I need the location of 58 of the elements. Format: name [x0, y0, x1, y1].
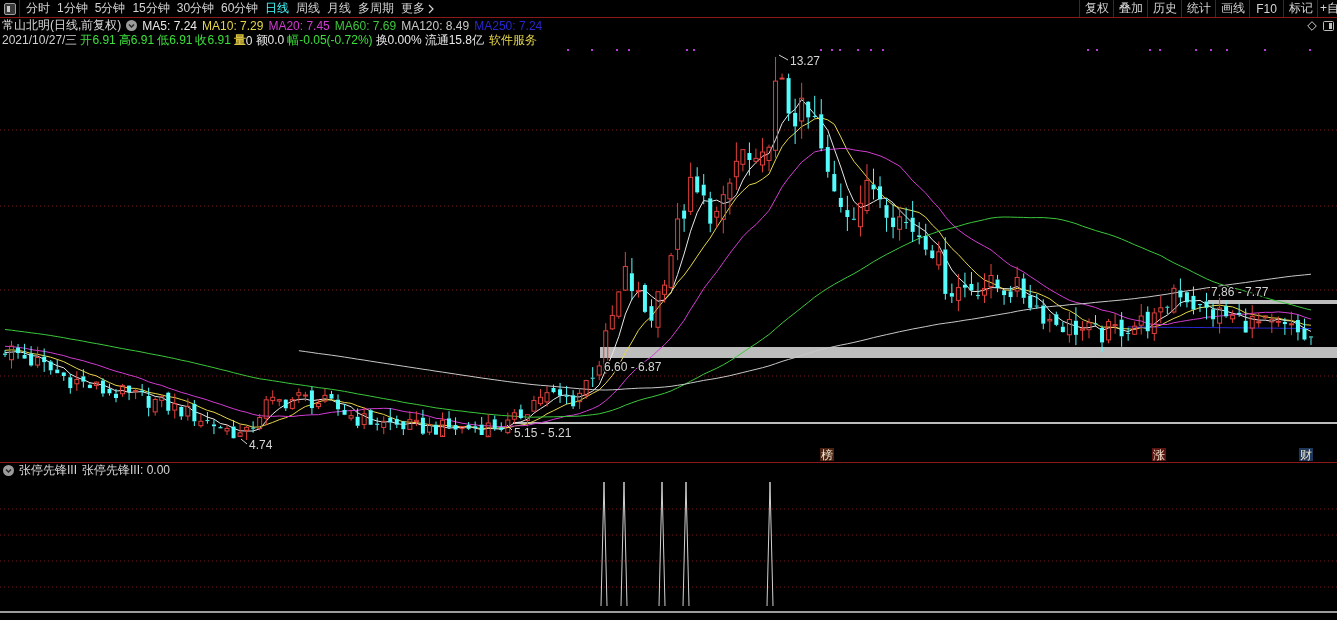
quote-field: 幅-0.05(-0.72%)	[287, 32, 373, 49]
tool-button[interactable]: +自	[1317, 0, 1337, 17]
chevron-icon	[428, 3, 435, 14]
indicator-reading: 张停先锋III: 0.00	[82, 462, 171, 479]
moving-average-value: MA5: 7.24	[142, 18, 198, 33]
period-tab[interactable]: 周线	[293, 0, 324, 17]
leader-line	[778, 54, 789, 61]
quote-date: 2021/10/27/三	[2, 32, 78, 49]
quote-field: 流通15.8亿	[424, 32, 484, 49]
diamond-icon	[1307, 20, 1317, 31]
event-tag[interactable]: 涨	[1152, 448, 1166, 462]
period-tab[interactable]: 5分钟	[91, 0, 129, 17]
tool-button[interactable]: 叠加	[1113, 0, 1147, 17]
event-tag[interactable]: 榜	[820, 448, 834, 462]
indicator-name: 张停先锋III	[19, 462, 77, 479]
tool-button[interactable]: 画线	[1215, 0, 1249, 17]
field-value: 0	[245, 33, 253, 48]
period-tab[interactable]: 多周期	[355, 0, 398, 17]
tool-button[interactable]: 历史	[1147, 0, 1181, 17]
period-tab[interactable]: 30分钟	[173, 0, 218, 17]
quote-field: 低6.91	[157, 32, 193, 49]
sidebar-button[interactable]	[1323, 20, 1334, 31]
dropdown-icon[interactable]	[126, 20, 138, 31]
leader-line	[240, 438, 248, 445]
period-tab[interactable]: 月线	[324, 0, 355, 17]
moving-average-value: MA20: 7.45	[268, 18, 330, 33]
diamond-button[interactable]	[1307, 20, 1317, 31]
quote-field: 换0.00%	[375, 32, 422, 49]
period-tab[interactable]: 分时	[23, 0, 53, 17]
tool-button[interactable]: 标记	[1283, 0, 1317, 17]
period-tab[interactable]: 更多	[398, 0, 438, 17]
moving-average-value: MA120: 8.49	[401, 18, 470, 33]
price-label: 4.74	[249, 438, 273, 452]
dropdown-icon[interactable]	[3, 465, 14, 476]
sector-link[interactable]: 软件服务	[489, 32, 537, 49]
leader-line	[506, 424, 513, 431]
moving-average-value: MA10: 7.29	[202, 18, 264, 33]
period-tab[interactable]: 1分钟	[54, 0, 91, 17]
price-label: 7.86 - 7.77	[1211, 285, 1269, 299]
moving-average-value: MA250: 7.24	[474, 18, 543, 33]
tool-button[interactable]: F10	[1249, 0, 1283, 17]
period-tab[interactable]: 15分钟	[129, 0, 173, 17]
event-tag[interactable]: 财	[1299, 448, 1313, 462]
tool-button[interactable]: 复权	[1079, 0, 1113, 17]
field-label: 量	[233, 32, 246, 49]
moving-average-value: MA60: 7.69	[334, 18, 397, 33]
price-label: 13.27	[790, 54, 821, 68]
tool-button[interactable]: 统计	[1181, 0, 1215, 17]
panel-icon	[3, 2, 16, 15]
price-label: 5.15 - 5.21	[514, 426, 572, 440]
quote-field: 额0.0	[255, 32, 285, 49]
quote-field: 开6.91	[80, 32, 116, 49]
period-tab[interactable]: 日线	[262, 0, 293, 17]
stock-title: 常山北明(日线,前复权)	[2, 17, 122, 34]
period-tab[interactable]: 60分钟	[218, 0, 262, 17]
quote-field: 收6.91	[195, 32, 231, 49]
quote-field: 高6.91	[118, 32, 155, 49]
sidebar-icon	[1323, 20, 1334, 31]
